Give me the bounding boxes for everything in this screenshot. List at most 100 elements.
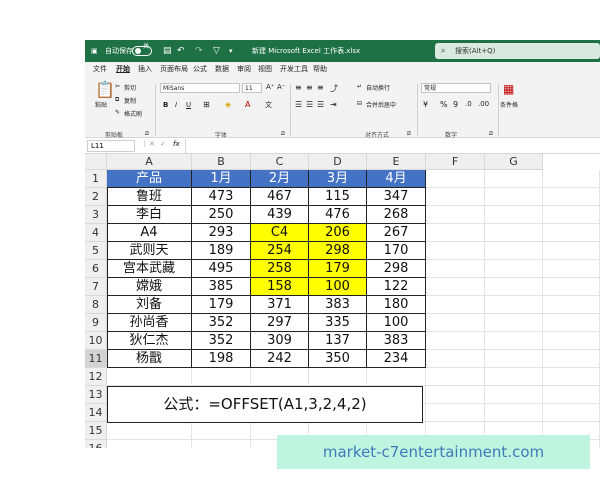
table-header-cell[interactable]: 4月 [367,170,426,188]
redo-icon[interactable]: ↷ [195,40,203,62]
table-header-cell[interactable]: 1月 [192,170,251,188]
tab-file[interactable]: 文件 [93,62,107,76]
table-cell[interactable]: 250 [192,206,251,224]
table-cell[interactable]: 李白 [107,206,192,224]
table-cell[interactable]: 371 [251,296,309,314]
fill-color-icon[interactable]: ◈ [225,100,231,109]
cut-icon[interactable]: ✂ [115,83,120,90]
select-all-corner[interactable] [85,154,107,170]
table-cell[interactable]: 170 [367,242,426,260]
number-launcher-icon[interactable]: ⧄ [489,130,493,138]
align-left-icon[interactable]: ☰ [295,100,302,109]
decrease-font-icon[interactable]: A⁻ [277,83,285,91]
table-cell[interactable]: 100 [367,314,426,332]
row-header-15[interactable]: 15 [85,422,107,440]
table-cell[interactable]: 武则天 [107,242,192,260]
underline-icon[interactable]: U [186,101,191,109]
row-header-4[interactable]: 4 [85,224,107,242]
table-cell[interactable]: 352 [192,332,251,350]
table-cell[interactable]: 335 [309,314,367,332]
table-cell[interactable]: 206 [309,224,367,242]
table-header-cell[interactable]: 产品 [107,170,192,188]
table-cell[interactable]: 234 [367,350,426,368]
comma-icon[interactable]: 9 [453,100,458,109]
font-launcher-icon[interactable]: ⧄ [281,130,285,138]
paste-button[interactable]: 粘贴 [95,100,107,109]
table-cell[interactable]: 嫦娥 [107,278,192,296]
name-box[interactable]: L11 [87,140,135,152]
column-header-c[interactable]: C [251,154,309,170]
customize-toolbar-icon[interactable]: ▾ [229,40,233,62]
table-cell[interactable]: 254 [251,242,309,260]
table-cell[interactable]: 鲁班 [107,188,192,206]
conditional-format-icon[interactable]: ▦ [503,82,514,96]
tab-insert[interactable]: 插入 [138,62,152,76]
row-header-12[interactable]: 12 [85,368,107,386]
column-header-f[interactable]: F [426,154,485,170]
enter-icon[interactable]: ✓ [160,140,166,148]
align-top-icon[interactable]: ≡ [295,83,302,92]
tab-page-layout[interactable]: 页面布局 [160,62,188,76]
row-header-8[interactable]: 8 [85,296,107,314]
formula-note-box[interactable]: 公式：=OFFSET(A1,3,2,4,2) [107,386,423,423]
align-center-icon[interactable]: ☰ [306,100,313,109]
table-cell[interactable]: 189 [192,242,251,260]
tab-home[interactable]: 开始 [116,62,130,76]
table-cell[interactable]: 298 [309,242,367,260]
table-cell[interactable]: 439 [251,206,309,224]
conditional-format-button[interactable]: 条件格 [500,100,518,109]
table-cell[interactable]: 352 [192,314,251,332]
table-cell[interactable]: 100 [309,278,367,296]
row-header-3[interactable]: 3 [85,206,107,224]
align-right-icon[interactable]: ☰ [317,100,324,109]
column-header-d[interactable]: D [309,154,367,170]
align-middle-icon[interactable]: ≡ [306,83,313,92]
formula-input[interactable] [185,139,600,153]
table-cell[interactable]: 476 [309,206,367,224]
table-cell[interactable]: 刘备 [107,296,192,314]
row-header-11[interactable]: 11 [85,350,107,368]
tab-view[interactable]: 视图 [258,62,272,76]
bold-icon[interactable]: B [163,101,168,109]
search-box[interactable]: ⌕ 搜索(Alt+Q) [435,43,600,59]
row-header-5[interactable]: 5 [85,242,107,260]
row-header-16[interactable]: 16 [85,440,107,448]
tab-help[interactable]: 帮助 [313,62,327,76]
column-header-a[interactable]: A [107,154,192,170]
table-cell[interactable]: 242 [251,350,309,368]
row-header-6[interactable]: 6 [85,260,107,278]
format-painter-button[interactable]: 格式刷 [124,109,142,118]
table-header-cell[interactable]: 2月 [251,170,309,188]
table-cell[interactable]: 180 [367,296,426,314]
merge-icon[interactable]: ⊟ [357,100,362,107]
table-cell[interactable]: C4 [251,224,309,242]
currency-icon[interactable]: ¥ [423,100,428,109]
number-format-dropdown[interactable]: 常规 [421,83,491,93]
table-cell[interactable]: 179 [192,296,251,314]
table-cell[interactable]: 383 [367,332,426,350]
table-cell[interactable]: 158 [251,278,309,296]
border-icon[interactable]: ⊞ [203,100,210,109]
tab-developer[interactable]: 开发工具 [280,62,308,76]
tab-formulas[interactable]: 公式 [193,62,207,76]
row-header-2[interactable]: 2 [85,188,107,206]
cut-button[interactable]: 剪切 [124,83,136,92]
save-icon[interactable]: ▤ [163,40,172,62]
table-cell[interactable]: 383 [309,296,367,314]
table-cell[interactable]: A4 [107,224,192,242]
table-cell[interactable]: 137 [309,332,367,350]
increase-decimal-icon[interactable]: .0 [465,100,472,108]
table-cell[interactable]: 473 [192,188,251,206]
tab-review[interactable]: 审阅 [237,62,251,76]
autosave-toggle[interactable]: 关 [132,43,152,56]
column-header-b[interactable]: B [192,154,251,170]
font-name-dropdown[interactable]: MiSans [160,83,240,93]
undo-icon[interactable]: ↶ [177,40,185,62]
table-cell[interactable]: 宫本武藏 [107,260,192,278]
orientation-icon[interactable]: ⤴ [330,83,338,94]
alignment-launcher-icon[interactable]: ⧄ [407,130,411,138]
phonetic-icon[interactable]: 文 [265,100,272,110]
table-cell[interactable]: 293 [192,224,251,242]
table-cell[interactable]: 258 [251,260,309,278]
row-header-10[interactable]: 10 [85,332,107,350]
